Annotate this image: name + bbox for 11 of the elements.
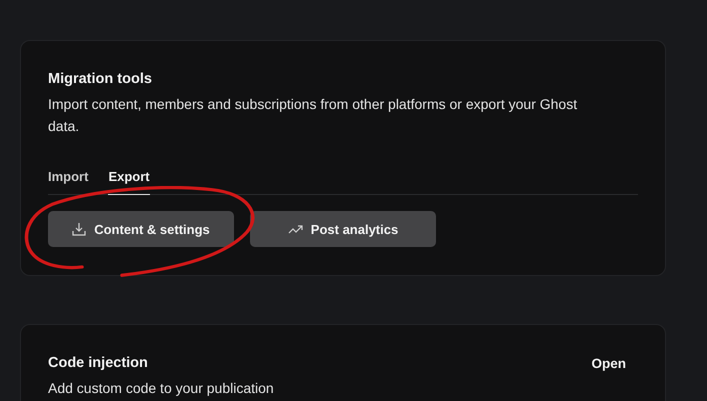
trend-up-icon [288,224,303,234]
export-button[interactable]: Post analytics [250,211,436,247]
card-title: Code injection [48,355,148,371]
card-title: Migration tools [48,71,153,87]
tab[interactable]: Export [108,169,150,195]
card-description: Import content, members and subscriptions from other platforms or export your Ghost data. [48,95,578,136]
tab[interactable]: Import [48,169,88,195]
open-button[interactable]: Open [591,356,626,370]
card-description: Add custom code to your publication [48,379,275,398]
download-icon [72,222,86,236]
export-button[interactable]: Content & settings [48,211,234,247]
